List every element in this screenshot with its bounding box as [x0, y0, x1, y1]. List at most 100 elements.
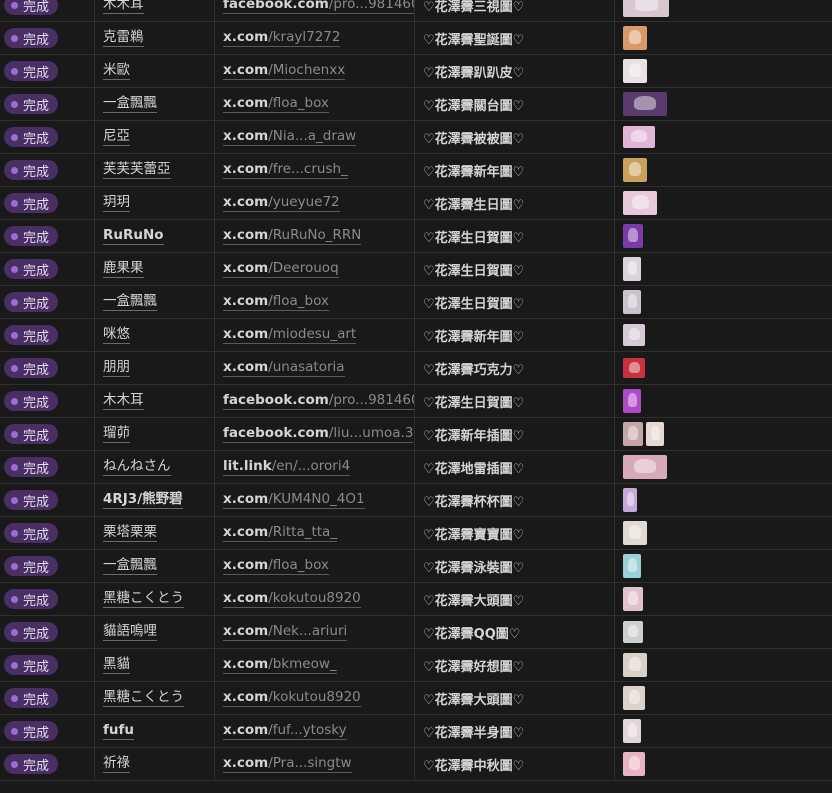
title-cell[interactable]: ♡花澤霽半身圖♡ [415, 715, 615, 747]
status-cell[interactable]: 完成 [0, 121, 95, 153]
title-cell[interactable]: ♡花澤生日賀圖♡ [415, 385, 615, 417]
artist-link[interactable]: facebook.com/liu...umoa.3 [223, 425, 414, 443]
title-cell[interactable]: ♡花澤霽泳裝圖♡ [415, 550, 615, 582]
artist-link[interactable]: x.com/KUM4N0_4O1 [223, 491, 365, 509]
artist-link[interactable]: x.com/Pra...singtw [223, 755, 352, 773]
table-row[interactable]: 完成 栗塔栗栗 x.com/Ritta_tta_ ♡花澤霽寶寶圖♡ [0, 517, 832, 550]
artist-name[interactable]: 祈祿 [103, 755, 130, 773]
status-cell[interactable]: 完成 [0, 352, 95, 384]
image-cell[interactable] [615, 22, 832, 54]
artist-cell[interactable]: 克雷鵜 [95, 22, 215, 54]
thumbnail-image[interactable] [623, 389, 641, 413]
artist-cell[interactable]: 木木耳 [95, 0, 215, 21]
artist-link[interactable]: facebook.com/pro...981460 [223, 0, 414, 14]
thumbnail-image[interactable] [623, 488, 637, 512]
link-cell[interactable]: facebook.com/pro...981460 [215, 385, 415, 417]
link-cell[interactable]: x.com/KUM4N0_4O1 [215, 484, 415, 516]
thumbnail-image[interactable] [623, 358, 645, 378]
title-cell[interactable]: ♡花澤霽QQ圖♡ [415, 616, 615, 648]
image-cell[interactable] [615, 649, 832, 681]
link-cell[interactable]: x.com/floa_box [215, 286, 415, 318]
artist-name[interactable]: 栗塔栗栗 [103, 524, 157, 542]
artist-link[interactable]: x.com/Deerouoq [223, 260, 339, 278]
image-cell[interactable] [615, 55, 832, 87]
image-cell[interactable] [615, 319, 832, 351]
link-cell[interactable]: x.com/yueyue72 [215, 187, 415, 219]
artist-cell[interactable]: 玥玥 [95, 187, 215, 219]
table-row[interactable]: 完成 祈祿 x.com/Pra...singtw ♡花澤霽中秋圖♡ [0, 748, 832, 781]
status-cell[interactable]: 完成 [0, 616, 95, 648]
title-cell[interactable]: ♡花澤生日賀圖♡ [415, 253, 615, 285]
table-row[interactable]: 完成 米歐 x.com/Miochenxx ♡花澤霽趴趴皮♡ [0, 55, 832, 88]
artist-name[interactable]: 一盒飄飄 [103, 95, 157, 113]
thumbnail-image[interactable] [646, 422, 664, 446]
link-cell[interactable]: x.com/krayl7272 [215, 22, 415, 54]
title-cell[interactable]: ♡花澤霽趴趴皮♡ [415, 55, 615, 87]
table-row[interactable]: 完成 4RJ3/熊野碧 x.com/KUM4N0_4O1 ♡花澤霽杯杯圖♡ [0, 484, 832, 517]
artist-name[interactable]: 尼亞 [103, 128, 130, 146]
link-cell[interactable]: x.com/floa_box [215, 550, 415, 582]
image-cell[interactable] [615, 154, 832, 186]
link-cell[interactable]: x.com/Pra...singtw [215, 748, 415, 780]
artist-name[interactable]: RuRuNo [103, 227, 164, 245]
table-row[interactable]: 完成 fufu x.com/fuf...ytosky ♡花澤霽半身圖♡ [0, 715, 832, 748]
artist-name[interactable]: ねんねさん [103, 458, 171, 476]
table-row[interactable]: 完成 黑糖こくとう x.com/kokutou8920 ♡花澤霽大頭圖♡ [0, 583, 832, 616]
status-cell[interactable]: 完成 [0, 418, 95, 450]
thumbnail-image[interactable] [623, 158, 647, 182]
link-cell[interactable]: x.com/Miochenxx [215, 55, 415, 87]
link-cell[interactable]: x.com/miodesu_art [215, 319, 415, 351]
artist-link[interactable]: x.com/kokutou8920 [223, 689, 361, 707]
table-row[interactable]: 完成 咪悠 x.com/miodesu_art ♡花澤霽新年圖♡ [0, 319, 832, 352]
table-row[interactable]: 完成 ねんねさん lit.link/en/...orori4 ♡花澤地雷插圖♡ [0, 451, 832, 484]
thumbnail-image[interactable] [623, 587, 643, 611]
image-cell[interactable] [615, 616, 832, 648]
image-cell[interactable] [615, 220, 832, 252]
status-cell[interactable]: 完成 [0, 451, 95, 483]
table-row[interactable]: 完成 芙芙芙蕾亞 x.com/fre...crush_ ♡花澤霽新年圖♡ [0, 154, 832, 187]
link-cell[interactable]: x.com/floa_box [215, 88, 415, 120]
title-cell[interactable]: ♡花澤霽新年圖♡ [415, 154, 615, 186]
artist-link[interactable]: facebook.com/pro...981460 [223, 392, 414, 410]
artist-cell[interactable]: 芙芙芙蕾亞 [95, 154, 215, 186]
table-row[interactable]: 完成 一盒飄飄 x.com/floa_box ♡花澤霽關台圖♡ [0, 88, 832, 121]
thumbnail-image[interactable] [623, 752, 645, 776]
artist-name[interactable]: 瑠茆 [103, 425, 130, 443]
artist-name[interactable]: 黑糖こくとう [103, 590, 184, 608]
title-cell[interactable]: ♡花澤霽大頭圖♡ [415, 682, 615, 714]
thumbnail-image[interactable] [623, 554, 641, 578]
table-row[interactable]: 完成 貓語嗚哩 x.com/Nek...ariuri ♡花澤霽QQ圖♡ [0, 616, 832, 649]
table-row[interactable]: 完成 玥玥 x.com/yueyue72 ♡花澤霽生日圖♡ [0, 187, 832, 220]
artist-name[interactable]: 芙芙芙蕾亞 [103, 161, 171, 179]
table-row[interactable]: 完成 克雷鵜 x.com/krayl7272 ♡花澤霽聖誕圖♡ [0, 22, 832, 55]
image-cell[interactable] [615, 352, 832, 384]
thumbnail-image[interactable] [623, 224, 643, 248]
artist-cell[interactable]: 4RJ3/熊野碧 [95, 484, 215, 516]
thumbnail-image[interactable] [623, 324, 645, 346]
thumbnail-image[interactable] [623, 521, 647, 545]
artist-cell[interactable]: RuRuNo [95, 220, 215, 252]
status-cell[interactable]: 完成 [0, 253, 95, 285]
title-cell[interactable]: ♡花澤霽好想圖♡ [415, 649, 615, 681]
image-cell[interactable] [615, 748, 832, 780]
artist-name[interactable]: 黑貓 [103, 656, 130, 674]
thumbnail-image[interactable] [623, 59, 647, 83]
artist-cell[interactable]: 朋朋 [95, 352, 215, 384]
artist-link[interactable]: x.com/Ritta_tta_ [223, 524, 338, 542]
artist-link[interactable]: x.com/RuRuNo_RRN [223, 227, 362, 245]
artist-cell[interactable]: 木木耳 [95, 385, 215, 417]
table-row[interactable]: 完成 木木耳 facebook.com/pro...981460 ♡花澤霽三視圖… [0, 0, 832, 22]
link-cell[interactable]: x.com/Deerouoq [215, 253, 415, 285]
table-row[interactable]: 完成 尼亞 x.com/Nia...a_draw ♡花澤霽被被圖♡ [0, 121, 832, 154]
artist-name[interactable]: 咪悠 [103, 326, 130, 344]
thumbnail-image[interactable] [623, 290, 641, 314]
title-cell[interactable]: ♡花澤霽關台圖♡ [415, 88, 615, 120]
status-cell[interactable]: 完成 [0, 319, 95, 351]
image-cell[interactable] [615, 583, 832, 615]
title-cell[interactable]: ♡花澤霽大頭圖♡ [415, 583, 615, 615]
artist-link[interactable]: x.com/fuf...ytosky [223, 722, 347, 740]
status-cell[interactable]: 完成 [0, 187, 95, 219]
status-cell[interactable]: 完成 [0, 286, 95, 318]
title-cell[interactable]: ♡花澤霽三視圖♡ [415, 0, 615, 21]
link-cell[interactable]: x.com/bkmeow_ [215, 649, 415, 681]
